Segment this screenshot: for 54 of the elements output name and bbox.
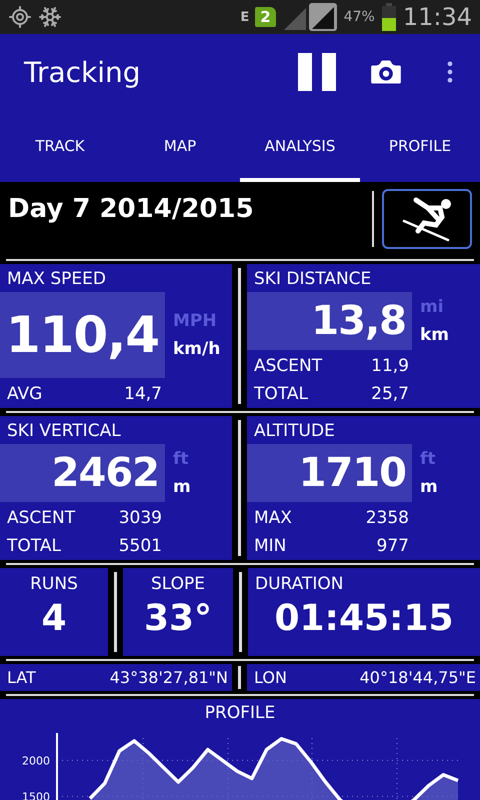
network-type: E [240, 10, 250, 24]
stat-label: AVG [7, 384, 42, 404]
y-axis [56, 733, 58, 800]
location-icon [8, 5, 32, 29]
stat-value: 2358 [366, 508, 409, 528]
panel-title: DURATION [254, 573, 344, 594]
stat-label: MIN [254, 536, 286, 556]
session-title: Day 7 2014/2015 [8, 194, 255, 224]
metric-value: 1710 [298, 450, 406, 496]
tab[interactable]: MAP [120, 110, 240, 182]
coordinate-value: 43°38'27,81"N [110, 668, 228, 687]
metric-value: 01:45:15 [273, 598, 455, 639]
metric-value: 110,4 [6, 306, 159, 364]
tab[interactable]: TRACK [0, 110, 120, 182]
coordinate-label: LON [254, 668, 287, 687]
coordinate-value: 40°18'44,75"E [360, 668, 476, 687]
panel-title: MAX SPEED [6, 268, 107, 291]
stat-value: 25,7 [371, 384, 409, 404]
stat-label: ASCENT [254, 356, 322, 376]
snowflake-icon [38, 5, 62, 29]
clock: 11:34 [402, 3, 472, 31]
panel-title: SLOPE [150, 573, 206, 594]
axis-tick-label: 2000 [22, 754, 50, 768]
stat-value: 977 [376, 536, 409, 556]
panel-title: RUNS [29, 573, 79, 594]
panel-title: SKI VERTICAL [6, 420, 122, 443]
battery-icon [380, 3, 397, 31]
stat-value: 11,9 [371, 356, 409, 376]
stat-value: 14,7 [124, 384, 162, 404]
unit-option[interactable]: km/h [173, 339, 232, 359]
app-title: Tracking [24, 56, 142, 88]
stat-value: 3039 [118, 508, 162, 528]
unit-option[interactable]: km [420, 325, 480, 345]
metric-value: 13,8 [311, 298, 406, 344]
battery-percent: 47% [344, 9, 375, 25]
chart-title: PROFILE [204, 703, 276, 723]
activity-button[interactable] [382, 189, 472, 249]
unit-option[interactable]: m [420, 477, 480, 497]
coordinate-label: LAT [7, 668, 36, 687]
metric-value: 2462 [52, 450, 159, 496]
stat-label: MAX [254, 508, 292, 528]
stat-label: ASCENT [7, 508, 76, 528]
tab[interactable]: PROFILE [360, 110, 480, 182]
signal-icon [282, 2, 338, 32]
stat-label: TOTAL [7, 536, 61, 556]
metric-value: 4 [41, 598, 67, 639]
unit-option[interactable]: m [173, 477, 232, 497]
sim-badge: 2 [255, 7, 276, 27]
stat-label: TOTAL [254, 384, 308, 404]
panel-title: SKI DISTANCE [253, 268, 372, 291]
stat-value: 5501 [118, 536, 162, 556]
metric-value: 33° [144, 598, 212, 639]
panel-title: ALTITUDE [253, 420, 336, 443]
pause-icon[interactable] [298, 53, 336, 91]
